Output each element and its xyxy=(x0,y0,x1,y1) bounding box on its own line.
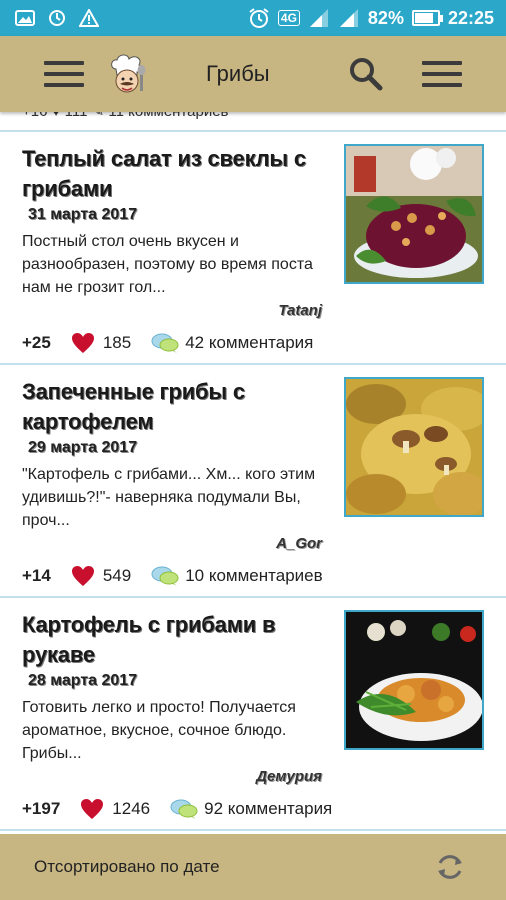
recipe-excerpt: "Картофель с грибами... Хм... кого этим … xyxy=(22,466,316,529)
recipe-thumbnail[interactable] xyxy=(344,377,484,517)
comments-icon[interactable] xyxy=(151,565,179,587)
alarm-icon xyxy=(248,8,270,28)
comments-count[interactable]: 42 комментария xyxy=(185,333,313,353)
sort-label[interactable]: Отсортировано по дате xyxy=(34,857,220,877)
chef-logo[interactable] xyxy=(104,51,150,97)
battery-icon xyxy=(411,10,443,26)
comments-icon[interactable] xyxy=(151,332,179,354)
warning-icon xyxy=(78,8,100,28)
menu-icon[interactable] xyxy=(44,61,84,87)
status-bar: 4G 82% 22:25 xyxy=(0,0,506,36)
heart-icon[interactable] xyxy=(71,565,95,587)
recipe-excerpt: Постный стол очень вкусен и разнообразен… xyxy=(22,233,313,296)
recipe-author[interactable]: A_Gor xyxy=(276,535,322,552)
recipe-title[interactable]: Запеченные грибы с картофелем xyxy=(22,377,334,437)
recipe-card[interactable]: Запеченные грибы с картофелем 29 марта 2… xyxy=(0,365,506,598)
app-toolbar: Грибы xyxy=(0,36,506,112)
recipe-thumbnail[interactable] xyxy=(344,610,484,750)
recipe-author[interactable]: Tatanj xyxy=(278,302,322,319)
comments-count[interactable]: 10 комментариев xyxy=(185,566,322,586)
recipe-title[interactable]: Теплый салат из свеклы с грибами xyxy=(22,144,334,204)
recipe-date: 31 марта 2017 xyxy=(28,206,138,223)
recipe-date: 28 марта 2017 xyxy=(28,672,138,689)
likes-count: 185 xyxy=(102,333,132,352)
recipe-title[interactable]: Картофель с грибами в рукаве xyxy=(22,610,334,670)
recipe-card[interactable]: Картофель с грибами в рукаве 28 марта 20… xyxy=(0,598,506,831)
recipe-excerpt: Готовить легко и просто! Получается аром… xyxy=(22,699,296,762)
recipe-stats: +14 549 10 комментариев xyxy=(22,565,323,587)
page-title: Грибы xyxy=(206,61,270,86)
baked-mushrooms-image xyxy=(346,379,482,515)
rating-value: +25 xyxy=(22,333,51,352)
search-icon[interactable] xyxy=(346,54,386,94)
heart-icon[interactable] xyxy=(80,798,104,820)
list-item-partial[interactable]: +16 ♥ 111 ✎ 11 комментариев xyxy=(0,112,506,132)
partial-item-text: +16 ♥ 111 ✎ 11 комментариев xyxy=(22,112,229,120)
beet-salad-image xyxy=(346,146,482,282)
likes-count: 549 xyxy=(102,566,132,585)
signal-icon xyxy=(338,8,360,28)
image-icon xyxy=(14,8,36,28)
recipe-stats: +197 1246 92 комментария xyxy=(22,798,332,820)
refresh-icon[interactable] xyxy=(434,851,466,883)
heart-icon[interactable] xyxy=(71,332,95,354)
recipe-list[interactable]: +16 ♥ 111 ✎ 11 комментариев Теплый салат… xyxy=(0,112,506,834)
likes-count: 1246 xyxy=(112,799,151,818)
recipe-author[interactable]: Демурия xyxy=(256,768,322,785)
overflow-menu-icon[interactable] xyxy=(422,61,462,87)
recipe-stats: +25 185 42 комментария xyxy=(22,332,313,354)
network-type-badge: 4G xyxy=(277,10,300,26)
battery-percent: 82% xyxy=(367,7,404,28)
recipe-date: 29 марта 2017 xyxy=(28,439,138,456)
sync-icon xyxy=(46,8,68,28)
rating-value: +197 xyxy=(22,799,61,818)
bottom-bar: Отсортировано по дате xyxy=(0,834,506,900)
clock: 22:25 xyxy=(447,7,494,28)
recipe-thumbnail[interactable] xyxy=(344,144,484,284)
potatoes-in-sleeve-image xyxy=(346,612,482,748)
rating-value: +14 xyxy=(22,566,51,585)
recipe-card[interactable]: Теплый салат из свеклы с грибами 31 март… xyxy=(0,132,506,365)
signal-icon xyxy=(308,8,330,28)
comments-icon[interactable] xyxy=(170,798,198,820)
comments-count[interactable]: 92 комментария xyxy=(204,799,332,819)
